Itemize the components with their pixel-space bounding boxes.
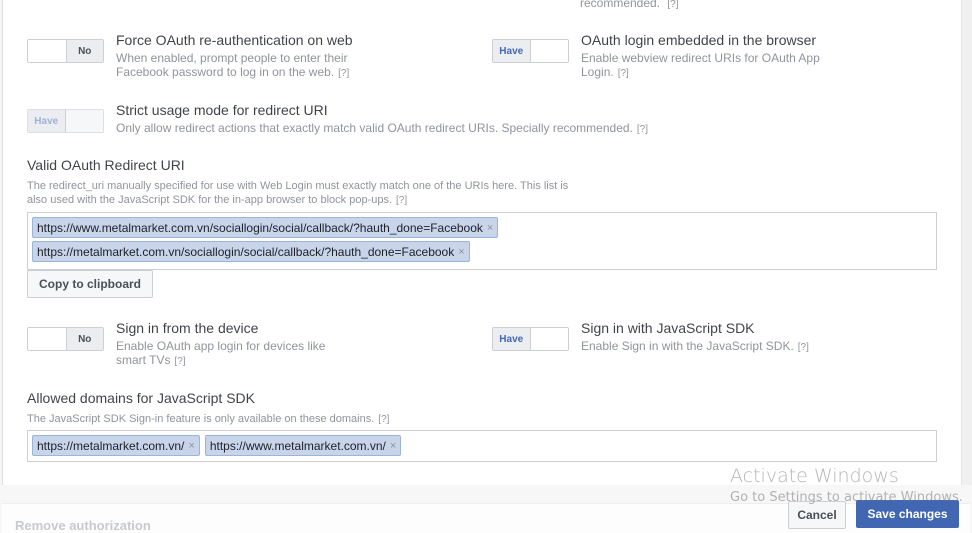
domain-token: https://www.metalmarket.com.vn/ × — [204, 435, 402, 456]
toggle-device-login[interactable]: No — [27, 327, 104, 351]
remove-token-icon[interactable]: × — [487, 222, 493, 234]
allowed-domains-title: Allowed domains for JavaScript SDK — [27, 390, 255, 406]
toggle-track — [28, 328, 66, 350]
toggle-force-reauth[interactable]: No — [27, 39, 104, 63]
remove-authorization-link[interactable]: Remove authorization — [15, 518, 151, 533]
token-text: https://metalmarket.com.vn/ — [37, 438, 185, 453]
redirect-uri-input[interactable]: https://www.metalmarket.com.vn/sociallog… — [27, 212, 937, 270]
copy-to-clipboard-button[interactable]: Copy to clipboard — [27, 270, 153, 298]
activate-windows-title: Activate Windows — [730, 465, 899, 487]
token-text: https://www.metalmarket.com.vn/ — [209, 438, 386, 453]
toggle-label: No — [65, 328, 103, 350]
desc-line: The redirect_uri manually specified for … — [27, 180, 569, 192]
setting-title-strict-mode: Strict usage mode for redirect URI — [116, 102, 328, 118]
desc-line: Login. — [581, 65, 614, 79]
desc-line: Only allow redirect actions that exactly… — [116, 121, 633, 135]
help-link[interactable]: [?] — [798, 342, 809, 353]
toggle-label: Have — [493, 328, 531, 350]
toggle-strict-mode[interactable]: Have — [27, 109, 104, 133]
setting-title-embedded-browser: OAuth login embedded in the browser — [581, 32, 817, 48]
desc-line: When enabled, prompt people to enter the… — [116, 51, 348, 65]
uri-token: https://www.metalmarket.com.vn/sociallog… — [32, 217, 499, 238]
setting-title-force-reauth: Force OAuth re-authentication on web — [116, 32, 353, 48]
setting-desc-force-reauth: When enabled, prompt people to enter the… — [116, 51, 349, 81]
activate-windows-subtitle: Go to Settings to activate Windows. — [730, 490, 963, 505]
token-text: https://www.metalmarket.com.vn/sociallog… — [37, 220, 483, 235]
previous-setting-desc-fragment: recommended. [?] — [580, 0, 679, 10]
desc-line: Facebook password to log in on the web. — [116, 65, 335, 79]
domain-token: https://metalmarket.com.vn/× — [32, 435, 200, 456]
help-link[interactable]: [?] — [396, 195, 407, 206]
toggle-js-sdk-login[interactable]: Have — [492, 327, 569, 351]
remove-token-icon[interactable]: × — [458, 246, 464, 258]
setting-desc-device-login: Enable OAuth app login for devices like … — [116, 339, 325, 369]
redirect-uri-title: Valid OAuth Redirect URI — [27, 157, 185, 173]
help-link[interactable]: [?] — [174, 356, 185, 367]
toggle-label: Have — [28, 110, 66, 132]
redirect-uri-desc: The redirect_uri manually specified for … — [27, 179, 568, 208]
toggle-embedded-browser[interactable]: Have — [492, 39, 569, 63]
help-link[interactable]: [?] — [667, 0, 678, 10]
setting-desc-js-sdk-login: Enable Sign in with the JavaScript SDK. [… — [581, 339, 809, 355]
help-link[interactable]: [?] — [618, 68, 629, 79]
toggle-track — [28, 40, 66, 62]
help-link[interactable]: [?] — [378, 414, 389, 425]
help-link[interactable]: [?] — [338, 68, 349, 79]
allowed-domains-desc: The JavaScript SDK Sign-in feature is on… — [27, 412, 389, 427]
fragment-text: recommended. — [580, 0, 661, 10]
remove-token-icon[interactable]: × — [390, 440, 396, 452]
desc-line: Enable OAuth app login for devices like — [116, 339, 326, 353]
desc-line: Enable Sign in with the JavaScript SDK. — [581, 339, 794, 353]
setting-desc-embedded-browser: Enable webview redirect URIs for OAuth A… — [581, 51, 820, 81]
desc-line: also used with the JavaScript SDK for th… — [27, 194, 393, 206]
toggle-track — [65, 110, 103, 132]
toggle-track — [530, 40, 568, 62]
desc-line: smart TVs — [116, 353, 171, 367]
token-text: https://metalmarket.com.vn/sociallogin/s… — [37, 244, 455, 259]
cancel-button[interactable]: Cancel — [788, 501, 846, 529]
setting-desc-strict-mode: Only allow redirect actions that exactly… — [116, 121, 648, 137]
toggle-label: No — [65, 40, 103, 62]
toggle-track — [530, 328, 568, 350]
allowed-domains-input[interactable]: https://metalmarket.com.vn/× https://www.… — [27, 430, 937, 462]
remove-token-icon[interactable]: × — [188, 440, 194, 452]
scrollbar-track[interactable] — [961, 0, 972, 485]
help-link[interactable]: [?] — [637, 124, 648, 135]
desc-line: The JavaScript SDK Sign-in feature is on… — [27, 413, 375, 425]
desc-line: Enable webview redirect URIs for OAuth A… — [581, 51, 820, 65]
setting-title-js-sdk-login: Sign in with JavaScript SDK — [581, 320, 755, 336]
toggle-label: Have — [493, 40, 531, 62]
setting-title-device-login: Sign in from the device — [116, 320, 259, 336]
uri-token: https://metalmarket.com.vn/sociallogin/s… — [32, 241, 470, 262]
